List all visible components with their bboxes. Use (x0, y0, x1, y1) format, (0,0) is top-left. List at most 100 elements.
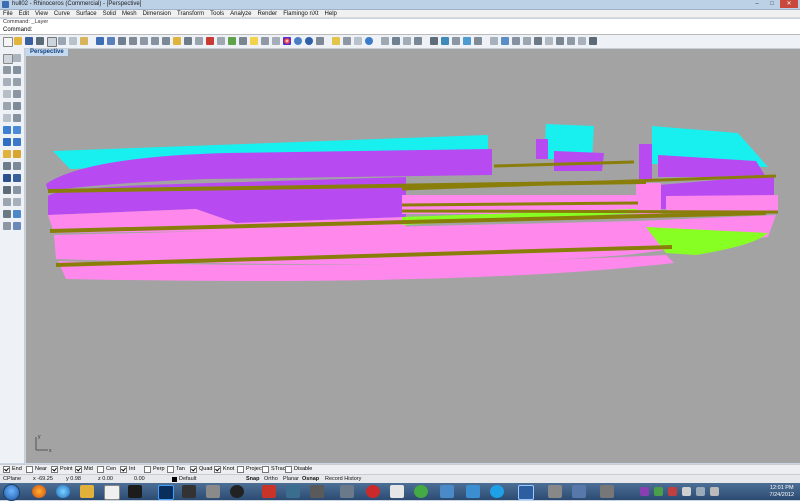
rhino-taskbar-icon[interactable] (518, 485, 534, 500)
dimension-icon[interactable] (452, 37, 460, 45)
options-icon[interactable] (589, 37, 597, 45)
array-icon[interactable] (13, 186, 21, 194)
media-icon[interactable] (128, 485, 142, 498)
light-bulb-icon[interactable] (250, 37, 258, 45)
app-icon-14[interactable] (572, 485, 586, 498)
osnap-end-checkbox[interactable] (3, 466, 10, 473)
app-icon-2[interactable] (206, 485, 220, 498)
app-icon-4[interactable] (262, 485, 276, 498)
patch-icon[interactable] (392, 37, 400, 45)
loft-icon[interactable] (545, 37, 553, 45)
transform-icon[interactable] (490, 37, 498, 45)
rotate-icon[interactable] (3, 174, 11, 182)
zoom-icon[interactable] (129, 37, 137, 45)
point-icon[interactable] (13, 54, 21, 62)
explorer-folder-icon[interactable] (80, 485, 94, 498)
zoom-extents-icon[interactable] (162, 37, 170, 45)
curve-icon[interactable] (13, 66, 21, 74)
osnap-project-checkbox[interactable] (237, 466, 244, 473)
tray-icon-1[interactable] (640, 487, 649, 496)
ellipse-icon[interactable] (3, 90, 11, 98)
menu-help[interactable]: Help (325, 10, 337, 17)
osnap-quad-checkbox[interactable] (190, 466, 197, 473)
tray-icon-2[interactable] (654, 487, 663, 496)
osnap-mid[interactable]: Mid (75, 466, 93, 473)
osnap-near-checkbox[interactable] (26, 466, 33, 473)
menu-view[interactable]: View (35, 10, 48, 17)
menu-edit[interactable]: Edit (19, 10, 29, 17)
osnap-near[interactable]: Near (26, 466, 47, 473)
copy-object-icon[interactable] (13, 162, 21, 170)
select-arrow-icon[interactable] (3, 54, 13, 64)
solid-tools-icon[interactable] (501, 37, 509, 45)
rectangle-icon[interactable] (13, 90, 21, 98)
arc-icon[interactable] (13, 78, 21, 86)
flamingo-icon[interactable] (441, 37, 449, 45)
grid-icon[interactable] (414, 37, 422, 45)
osnap-tan[interactable]: Tan (167, 466, 185, 473)
join-icon[interactable] (3, 210, 11, 218)
tray-volume-icon[interactable] (710, 487, 719, 496)
osnap-perp-checkbox[interactable] (144, 466, 151, 473)
status-ortho-toggle[interactable]: Ortho (264, 475, 278, 483)
undo-icon[interactable] (96, 37, 104, 45)
curve-tools-sidebar-icon[interactable] (13, 114, 21, 122)
command-input[interactable] (32, 27, 788, 32)
trim-icon[interactable] (3, 198, 11, 206)
start-button-icon[interactable] (3, 484, 20, 501)
curve-tools-icon[interactable] (430, 37, 438, 45)
app-icon-11[interactable] (440, 485, 454, 498)
sweep-icon[interactable] (556, 37, 564, 45)
osnap-point-checkbox[interactable] (51, 466, 58, 473)
menu-solid[interactable]: Solid (103, 10, 116, 17)
zoom-selected-icon[interactable] (173, 37, 181, 45)
split-icon[interactable] (13, 198, 21, 206)
app-icon-6[interactable] (310, 485, 324, 498)
render-sidebar-icon[interactable] (13, 150, 21, 158)
environment-icon[interactable] (354, 37, 362, 45)
revolve-icon[interactable] (567, 37, 575, 45)
osnap-mid-checkbox[interactable] (75, 466, 82, 473)
paste-icon[interactable] (80, 37, 88, 45)
polyline-icon[interactable] (3, 66, 11, 74)
status-layer[interactable]: Default (179, 475, 196, 483)
texture-icon[interactable] (343, 37, 351, 45)
rotate-view-icon[interactable] (118, 37, 126, 45)
solid-box-icon[interactable] (3, 138, 11, 146)
osnap-perp[interactable]: Perp (144, 466, 165, 473)
skype-icon[interactable] (490, 485, 504, 498)
network-surface-icon[interactable] (578, 37, 586, 45)
app-icon-9[interactable] (390, 485, 404, 498)
undo-view-icon[interactable] (184, 37, 192, 45)
osnap-point[interactable]: Point (51, 466, 73, 473)
firefox-icon[interactable] (32, 485, 46, 498)
select-icon[interactable] (217, 37, 225, 45)
tray-network-icon[interactable] (696, 487, 705, 496)
scale-icon[interactable] (13, 174, 21, 182)
app-icon-3[interactable] (230, 485, 244, 498)
import-icon[interactable] (47, 37, 57, 47)
four-views-icon[interactable] (206, 37, 214, 45)
surface-tools-icon[interactable] (13, 126, 21, 134)
text-icon[interactable] (3, 114, 11, 122)
menu-transform[interactable]: Transform (177, 10, 204, 17)
print-icon[interactable] (36, 37, 44, 45)
osnap-tan-checkbox[interactable] (167, 466, 174, 473)
taskbar-clock[interactable]: 12:01 PM 7/24/2012 (770, 485, 794, 498)
app-icon-1[interactable] (182, 485, 196, 498)
osnap-quad[interactable]: Quad (190, 466, 212, 473)
perspective-viewport[interactable] (26, 49, 800, 463)
internet-explorer-icon[interactable] (56, 485, 70, 498)
mirror-icon[interactable] (3, 186, 11, 194)
copy-icon[interactable] (69, 37, 77, 45)
mesh-sidebar-icon[interactable] (3, 150, 11, 158)
lighting-icon[interactable] (463, 37, 471, 45)
boolean-icon[interactable] (512, 37, 520, 45)
app-icon-8[interactable] (366, 485, 380, 498)
zoom-dynamic-icon[interactable] (151, 37, 159, 45)
menu-flamingo[interactable]: Flamingo nXt (283, 10, 318, 17)
status-snap-toggle[interactable]: Snap (246, 475, 259, 483)
new-file-icon[interactable] (3, 37, 13, 47)
app-icon-12[interactable] (466, 485, 480, 498)
polygon-icon[interactable] (3, 102, 11, 110)
